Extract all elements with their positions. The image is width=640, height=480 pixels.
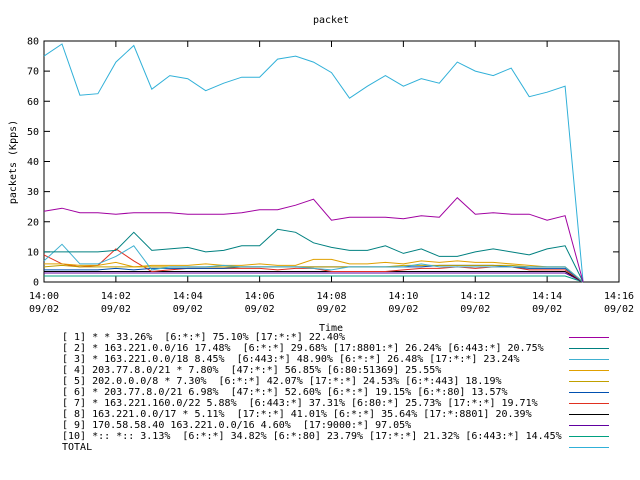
y-tick-label: 60 xyxy=(27,97,39,108)
legend-swatch xyxy=(569,359,609,360)
x-tick-time-label: 14:02 xyxy=(101,291,131,302)
legend-swatch xyxy=(569,447,609,448)
legend-entry: [ 8] 163.221.0.0/17 * 5.11% [17:*:*] 41.… xyxy=(0,409,640,420)
legend-swatch xyxy=(569,337,609,338)
x-tick-date-label: 09/02 xyxy=(388,304,418,315)
legend-entry: [ 7] * 163.221.160.0/22 5.88% [6:443:*] … xyxy=(0,398,640,409)
legend-label: [ 6] * 203.77.8.0/21 6.98% [47:*:*] 52.6… xyxy=(62,387,508,398)
legend-label: [10] *:: *:: 3.13% [6:*:*] 34.82% [6:*:8… xyxy=(62,431,562,442)
plot-frame xyxy=(43,40,620,283)
x-tick-date-label: 09/02 xyxy=(460,304,490,315)
legend-entry: [10] *:: *:: 3.13% [6:*:*] 34.82% [6:*:8… xyxy=(0,431,640,442)
x-tick-time-label: 14:06 xyxy=(245,291,275,302)
chart-title: packet xyxy=(313,15,349,26)
legend-entry: [ 9] 170.58.58.40 163.221.0.0/16 4.60% [… xyxy=(0,420,640,431)
y-tick-label: 20 xyxy=(27,217,39,228)
legend-swatch xyxy=(569,436,609,437)
legend-label: [ 7] * 163.221.160.0/22 5.88% [6:443:*] … xyxy=(62,398,538,409)
y-tick-label: 50 xyxy=(27,127,39,138)
legend-label: [ 3] * 163.221.0.0/18 8.45% [6:443:*] 48… xyxy=(62,354,520,365)
legend-swatch xyxy=(569,425,609,426)
x-tick-date-label: 09/02 xyxy=(604,304,634,315)
series-line-9 xyxy=(44,272,584,283)
legend-entry: [ 2] * 163.221.0.0/16 17.48% [6:*:*] 29.… xyxy=(0,343,640,354)
x-tick-date-label: 09/02 xyxy=(316,304,346,315)
x-tick-time-label: 14:08 xyxy=(316,291,346,302)
x-tick-time-label: 14:12 xyxy=(460,291,490,302)
legend-entry: [ 3] * 163.221.0.0/18 8.45% [6:443:*] 48… xyxy=(0,354,640,365)
x-tick-time-label: 14:10 xyxy=(388,291,418,302)
y-tick-label: 80 xyxy=(27,37,39,48)
legend-entry: [ 4] 203.77.8.0/21 * 7.80% [47:*:*] 56.8… xyxy=(0,365,640,376)
x-tick-date-label: 09/02 xyxy=(29,304,59,315)
x-tick-date-label: 09/02 xyxy=(532,304,562,315)
x-axis-ticks: 14:00 09/02 14:02 09/02 14:04 09/02 14:06 09/02… xyxy=(29,41,634,315)
series-line-6 xyxy=(44,264,584,283)
legend-entry: [ 5] 202.0.0.0/8 * 7.30% [6:*:*] 42.07% … xyxy=(0,376,640,387)
legend-label: TOTAL xyxy=(62,442,93,453)
series-line-10 xyxy=(44,275,584,283)
series-line-2 xyxy=(44,228,584,283)
legend-swatch xyxy=(569,392,609,393)
legend-entry: [ 1] * * 33.26% [6:*:*] 75.10% [17:*:*] … xyxy=(0,332,640,343)
legend-label: [ 5] 202.0.0.0/8 * 7.30% [6:*:*] 42.07% … xyxy=(62,376,502,387)
x-tick-time-label: 14:04 xyxy=(173,291,203,302)
legend-swatch xyxy=(569,370,609,371)
series-line-11 xyxy=(43,43,584,283)
x-tick-date-label: 09/02 xyxy=(245,304,275,315)
legend-entry: [ 6] * 203.77.8.0/21 6.98% [47:*:*] 52.6… xyxy=(0,387,640,398)
legend-swatch xyxy=(569,381,609,382)
legend-swatch xyxy=(569,403,609,404)
legend-swatch xyxy=(569,348,609,349)
legend-swatch xyxy=(569,414,609,415)
legend-label: [ 9] 170.58.58.40 163.221.0.0/16 4.60% [… xyxy=(62,420,412,431)
y-tick-label: 10 xyxy=(27,247,39,258)
y-tick-label: 70 xyxy=(27,67,39,78)
y-tick-label: 30 xyxy=(27,187,39,198)
y-tick-label: 0 xyxy=(33,278,39,289)
x-tick-time-label: 14:00 xyxy=(29,291,59,302)
series-lines xyxy=(43,43,584,283)
y-tick-label: 40 xyxy=(27,157,39,168)
x-tick-time-label: 14:16 xyxy=(604,291,634,302)
series-line-5 xyxy=(43,264,584,283)
legend-label: [ 1] * * 33.26% [6:*:*] 75.10% [17:*:*] … xyxy=(62,332,345,343)
x-tick-date-label: 09/02 xyxy=(101,304,131,315)
x-tick-date-label: 09/02 xyxy=(173,304,203,315)
series-line-4 xyxy=(44,258,584,283)
legend-label: [ 2] * 163.221.0.0/16 17.48% [6:*:*] 29.… xyxy=(62,343,544,354)
legend-entry: TOTAL xyxy=(0,442,640,453)
x-tick-time-label: 14:14 xyxy=(532,291,562,302)
legend-label: [ 8] 163.221.0.0/17 * 5.11% [17:*:*] 41.… xyxy=(62,409,532,420)
y-axis-label: packets (Kpps) xyxy=(8,120,19,204)
legend-label: [ 4] 203.77.8.0/21 * 7.80% [47:*:*] 56.8… xyxy=(62,365,442,376)
